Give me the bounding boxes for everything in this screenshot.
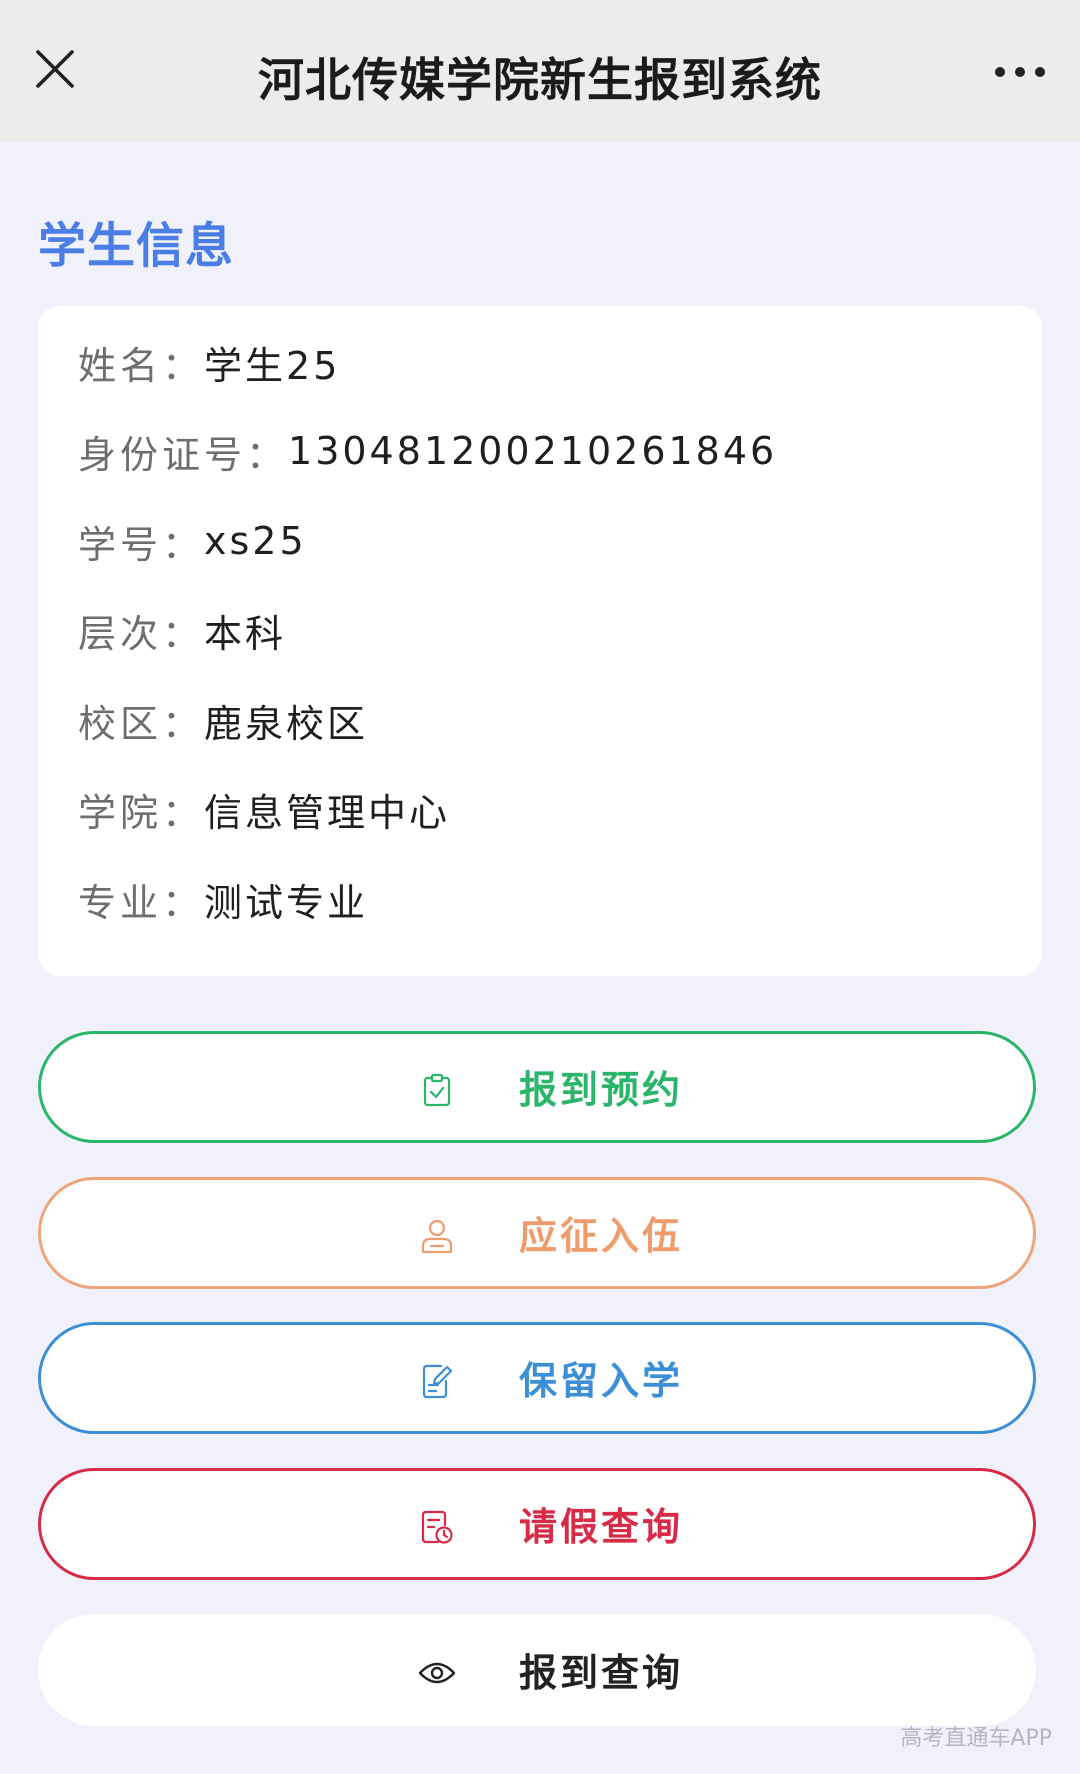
document-edit-icon xyxy=(413,1357,461,1405)
registration-appointment-button[interactable]: 报到预约 xyxy=(38,1031,1036,1143)
info-label: 姓名： xyxy=(78,343,205,388)
info-label: 校区： xyxy=(78,701,205,746)
info-value: 测试专业 xyxy=(204,880,369,925)
info-row-id-number: 身份证号： 130481200210261846 xyxy=(78,421,777,481)
info-value: 信息管理中心 xyxy=(204,790,451,835)
more-dots-icon xyxy=(994,63,1046,82)
button-label: 保留入学 xyxy=(519,1359,684,1403)
info-label: 学号： xyxy=(78,522,205,567)
info-value: 学生25 xyxy=(204,343,341,388)
info-label: 身份证号： xyxy=(78,432,289,477)
registration-query-button[interactable]: 报到查询 xyxy=(38,1614,1036,1726)
leave-query-button[interactable]: 请假查询 xyxy=(38,1468,1036,1580)
button-label: 请假查询 xyxy=(519,1505,684,1549)
deferred-enrollment-button[interactable]: 保留入学 xyxy=(38,1322,1036,1434)
info-value: 鹿泉校区 xyxy=(204,701,369,746)
clipboard-check-icon xyxy=(413,1066,461,1114)
info-row-name: 姓名： 学生25 xyxy=(78,332,340,392)
info-label: 学院： xyxy=(78,790,205,835)
document-clock-icon xyxy=(413,1503,461,1551)
more-button[interactable] xyxy=(980,42,1060,102)
page-title: 河北传媒学院新生报到系统 xyxy=(258,53,822,107)
info-value: xs25 xyxy=(204,519,307,563)
enlistment-button[interactable]: 应征入伍 xyxy=(38,1177,1036,1289)
watermark: 高考直通车APP xyxy=(900,1726,1052,1751)
info-row-level: 层次： 本科 xyxy=(78,600,286,660)
info-label: 专业： xyxy=(78,880,205,925)
eye-icon xyxy=(413,1649,461,1697)
button-label: 报到查询 xyxy=(519,1651,684,1695)
info-value: 本科 xyxy=(204,611,287,656)
info-label: 层次： xyxy=(78,611,205,656)
button-label: 应征入伍 xyxy=(519,1214,684,1258)
top-bar: 河北传媒学院新生报到系统 xyxy=(0,0,1080,142)
person-icon xyxy=(413,1212,461,1260)
student-info-card: 姓名： 学生25 身份证号： 130481200210261846 学号： xs… xyxy=(38,306,1042,976)
info-value: 130481200210261846 xyxy=(288,429,778,473)
close-icon xyxy=(35,49,75,93)
info-row-student-number: 学号： xs25 xyxy=(78,511,307,571)
info-row-major: 专业： 测试专业 xyxy=(78,869,368,929)
close-button[interactable] xyxy=(22,36,88,106)
info-row-college: 学院： 信息管理中心 xyxy=(78,779,450,839)
button-label: 报到预约 xyxy=(519,1068,684,1112)
info-row-campus: 校区： 鹿泉校区 xyxy=(78,690,368,750)
section-title: 学生信息 xyxy=(38,218,235,274)
